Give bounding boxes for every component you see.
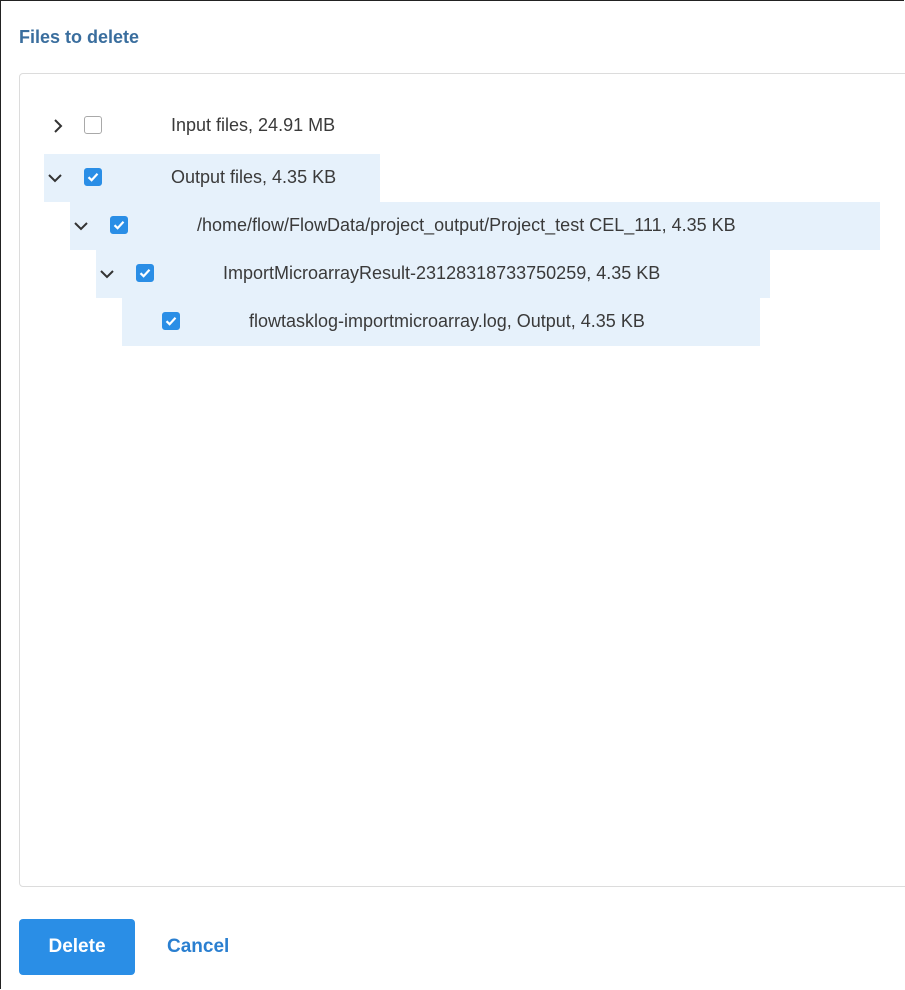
cancel-button[interactable]: Cancel bbox=[155, 919, 241, 975]
chevron-right-icon[interactable] bbox=[48, 116, 68, 136]
chevron-down-icon[interactable] bbox=[45, 168, 65, 188]
tree-node-label: Output files, 4.35 KB bbox=[171, 167, 337, 187]
tree-node-label: /home/flow/FlowData/project_output/Proje… bbox=[197, 215, 736, 235]
tree-node-input-files[interactable]: Input files, 24.91 MB bbox=[44, 102, 364, 150]
checkbox-log-file[interactable] bbox=[162, 312, 180, 330]
chevron-down-icon[interactable] bbox=[97, 264, 117, 284]
checkbox-import-result[interactable] bbox=[136, 264, 154, 282]
dialog-title: Files to delete bbox=[19, 27, 140, 47]
file-tree-panel: Input files, 24.91 MB Output files, 4.35… bbox=[19, 73, 905, 887]
tree-node-label: ImportMicroarrayResult-23128318733750259… bbox=[223, 263, 661, 283]
delete-files-dialog: Files to delete Input files, 24.91 MB Ou… bbox=[0, 0, 905, 989]
tree-node-import-result[interactable]: ImportMicroarrayResult-23128318733750259… bbox=[96, 250, 770, 298]
tree-node-label: flowtasklog-importmicroarray.log, Output… bbox=[249, 311, 645, 331]
delete-button[interactable]: Delete bbox=[19, 919, 135, 975]
tree-node-log-file[interactable]: flowtasklog-importmicroarray.log, Output… bbox=[122, 298, 760, 346]
checkbox-project-folder[interactable] bbox=[110, 216, 128, 234]
tree-node-label: Input files, 24.91 MB bbox=[171, 115, 336, 135]
tree-node-output-files[interactable]: Output files, 4.35 KB bbox=[44, 154, 380, 202]
tree-node-project-folder[interactable]: /home/flow/FlowData/project_output/Proje… bbox=[70, 202, 880, 250]
checkbox-input-files[interactable] bbox=[84, 116, 102, 134]
chevron-down-icon[interactable] bbox=[71, 216, 91, 236]
checkbox-output-files[interactable] bbox=[84, 168, 102, 186]
